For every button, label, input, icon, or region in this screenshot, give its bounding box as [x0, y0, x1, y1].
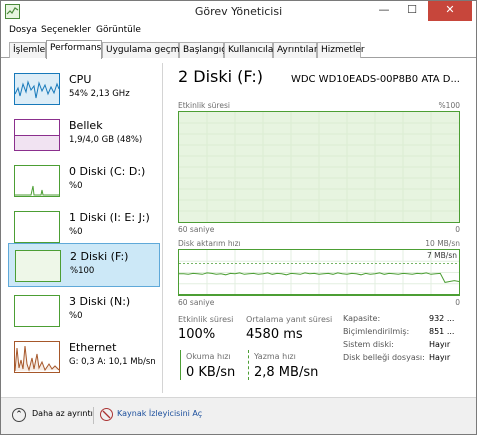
system-disk-label: Sistem diski: — [343, 340, 394, 349]
transfer-x-right: 0 — [455, 298, 460, 307]
resource-memory[interactable]: Bellek 1,9/4,0 GB (48%) — [8, 113, 160, 157]
transfer-rate-graph: 7 MB/sn — [178, 249, 460, 296]
active-time-graph-max: %100 — [438, 101, 460, 110]
resource-disk-0[interactable]: 0 Diski (C: D:) %0 — [8, 159, 160, 203]
response-time-label: Ortalama yanıt süresi — [246, 315, 333, 324]
active-time-x-left: 60 saniye — [178, 225, 215, 234]
transfer-x-left: 60 saniye — [178, 298, 215, 307]
capacity-label: Kapasite: — [343, 314, 381, 323]
write-speed-value: 2,8 MB/sn — [254, 365, 319, 380]
active-time-stat-value: 100% — [178, 327, 216, 342]
resource-disk-3[interactable]: 3 Diski (N:) %0 — [8, 289, 160, 333]
minimize-button[interactable]: — — [370, 1, 398, 21]
resource-name: 3 Diski (N:) — [69, 295, 131, 308]
cpu-thumbnail — [14, 73, 60, 105]
resource-monitor-icon[interactable] — [100, 408, 113, 421]
response-time-value: 4580 ms — [246, 327, 303, 342]
ethernet-thumbnail — [14, 341, 60, 373]
task-manager-window: Görev Yöneticisi — ☐ ✕ Dosya Seçenekler … — [0, 0, 477, 435]
active-time-x-right: 0 — [455, 225, 460, 234]
memory-thumbnail — [14, 119, 60, 151]
resource-usage: %100 — [70, 266, 95, 276]
tab-details[interactable]: Ayrıntılar — [273, 42, 318, 58]
menu-file[interactable]: Dosya — [9, 25, 37, 35]
tab-startup[interactable]: Başlangıç — [179, 42, 226, 58]
tab-users[interactable]: Kullanıcılar — [224, 42, 277, 58]
disk-3-thumbnail — [14, 295, 60, 327]
resource-usage: 54% 2,13 GHz — [69, 89, 130, 99]
active-time-graph — [178, 111, 460, 223]
system-disk-value: Hayır — [429, 340, 451, 349]
tab-app-history[interactable]: Uygulama geçmişi — [102, 42, 189, 58]
resource-usage: 1,9/4,0 GB (48%) — [69, 135, 143, 145]
disk-2-thumbnail — [15, 250, 61, 282]
tab-processes[interactable]: İşlemler — [9, 42, 49, 58]
resource-disk-2[interactable]: 2 Diski (F:) %100 — [8, 243, 160, 287]
open-resource-monitor-link[interactable]: Kaynak İzleyicisini Aç — [117, 409, 202, 418]
disk-model: WDC WD10EADS-00P8B0 ATA D... — [290, 74, 460, 85]
menu-bar: Dosya Seçenekler Görüntüle — [1, 23, 476, 39]
resource-ethernet[interactable]: Ethernet G: 0,3 A: 10,1 Mb/sn — [8, 335, 160, 379]
resource-name: 0 Diski (C: D:) — [69, 165, 146, 178]
resource-usage: %0 — [69, 311, 83, 321]
active-time-area — [179, 112, 459, 222]
disk-1-thumbnail — [14, 211, 60, 243]
resource-name: Bellek — [69, 119, 103, 132]
resource-usage: G: 0,3 A: 10,1 Mb/sn — [69, 357, 156, 367]
active-time-plot — [179, 112, 459, 222]
transfer-graph-label: Disk aktarım hızı — [178, 239, 241, 248]
resource-usage: %0 — [69, 227, 83, 237]
write-speed-label: Yazma hızı — [254, 352, 296, 361]
resource-name: CPU — [69, 73, 92, 86]
write-speed-indicator — [248, 350, 249, 380]
title-bar[interactable]: Görev Yöneticisi — ☐ ✕ — [1, 1, 476, 23]
disk-detail-pane: 2 Diski (F:) WDC WD10EADS-00P8B0 ATA D..… — [178, 63, 460, 393]
active-time-graph-label: Etkinlik süresi — [178, 101, 230, 110]
read-speed-value: 0 KB/sn — [186, 365, 236, 380]
read-speed-label: Okuma hızı — [186, 352, 231, 361]
read-speed-indicator — [180, 350, 181, 380]
menu-view[interactable]: Görüntüle — [96, 25, 141, 35]
performance-content: CPU 54% 2,13 GHz Bellek 1,9/4,0 GB (48%)… — [2, 59, 476, 396]
formatted-value: 851 ... — [429, 327, 455, 336]
resource-name: 1 Diski (I: E: J:) — [69, 211, 150, 224]
resource-name: Ethernet — [69, 341, 117, 354]
active-time-stat-label: Etkinlik süresi — [178, 315, 234, 324]
transfer-rate-plot — [179, 250, 459, 295]
page-file-value: Hayır — [429, 353, 451, 362]
formatted-label: Biçimlendirilmiş: — [343, 327, 410, 336]
menu-options[interactable]: Seçenekler — [41, 25, 91, 35]
footer-divider — [93, 407, 94, 424]
resource-cpu[interactable]: CPU 54% 2,13 GHz — [8, 67, 160, 111]
tab-bar: İşlemler Performans Uygulama geçmişi Baş… — [1, 39, 476, 59]
transfer-marker-label: 7 MB/sn — [427, 251, 457, 260]
tab-services[interactable]: Hizmetler — [317, 42, 365, 58]
resource-name: 2 Diski (F:) — [70, 250, 129, 263]
resource-usage: %0 — [69, 181, 83, 191]
capacity-value: 932 ... — [429, 314, 455, 323]
disk-0-thumbnail — [14, 165, 60, 197]
maximize-button[interactable]: ☐ — [398, 1, 426, 21]
page-file-label: Disk belleği dosyası: — [343, 353, 425, 362]
chevron-up-icon[interactable]: ⌃ — [12, 408, 26, 422]
transfer-graph-max: 10 MB/sn — [425, 239, 460, 248]
resource-list: CPU 54% 2,13 GHz Bellek 1,9/4,0 GB (48%)… — [8, 63, 160, 393]
close-button[interactable]: ✕ — [428, 1, 472, 21]
disk-title: 2 Diski (F:) — [178, 67, 263, 86]
fewer-details-link[interactable]: Daha az ayrıntı — [32, 409, 93, 418]
pane-divider[interactable] — [162, 63, 163, 393]
footer-bar: ⌃ Daha az ayrıntı Kaynak İzleyicisini Aç — [1, 397, 476, 434]
tab-performance[interactable]: Performans — [46, 40, 102, 59]
